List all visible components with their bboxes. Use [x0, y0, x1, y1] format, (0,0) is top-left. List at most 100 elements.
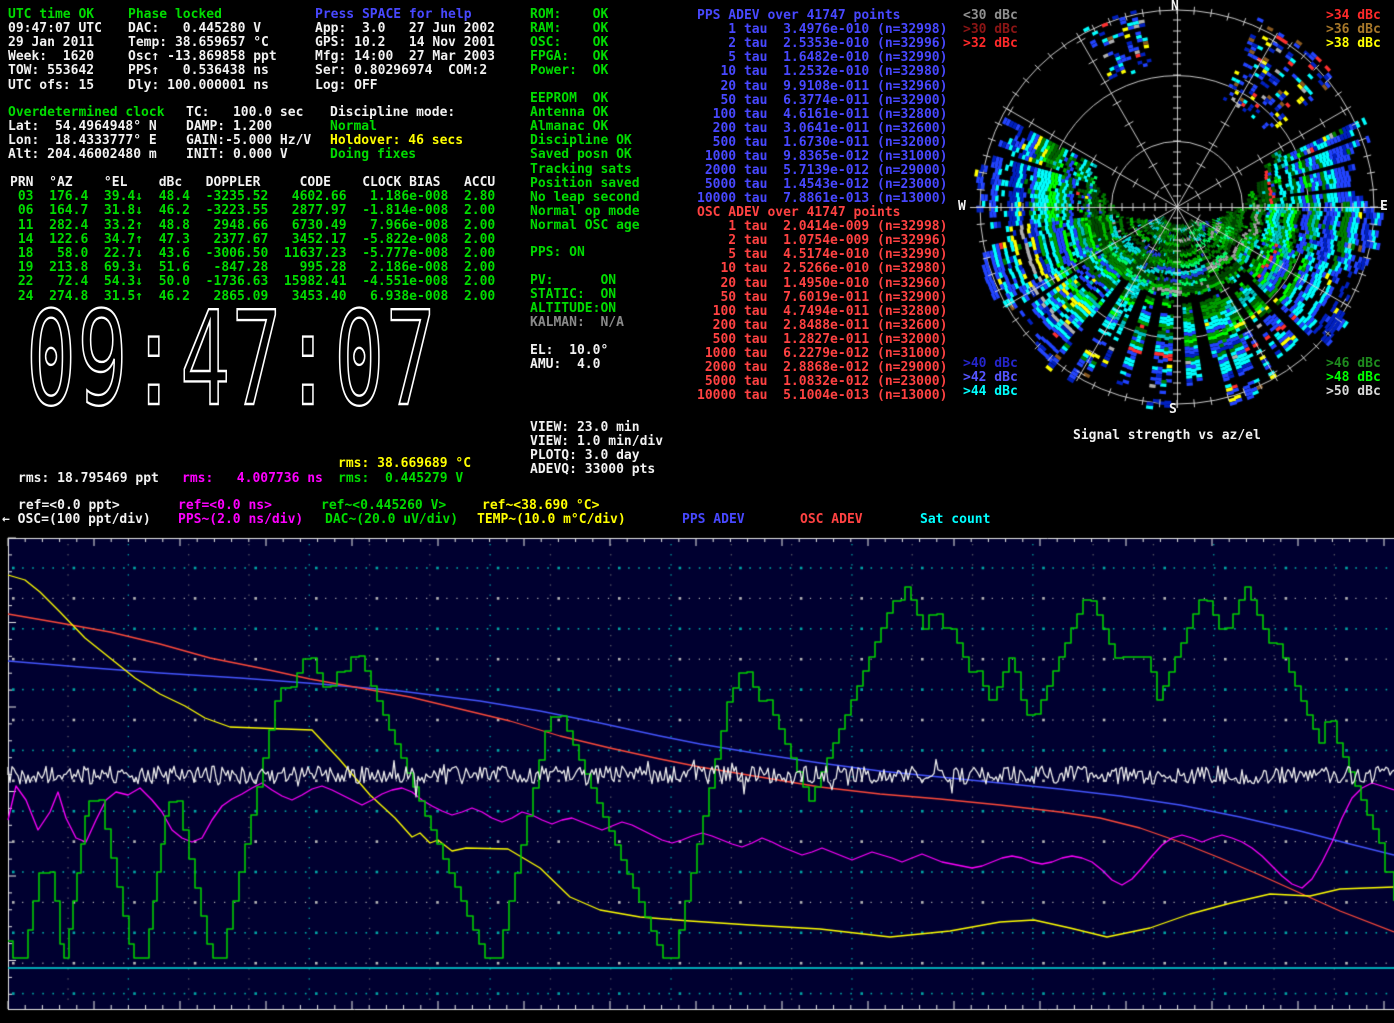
- hw-status-panel-line-0: ROM: OK: [530, 8, 608, 21]
- receiver-position-panel-line-3: Alt: 204.46002480 m: [8, 148, 157, 161]
- rms-osc-line-0: rms: 18.795469 ppt: [18, 472, 159, 485]
- ref-osc-line-0: ref=<0.0 ppt>: [18, 499, 120, 512]
- gps-status-panel-line-6: Position saved: [530, 177, 640, 190]
- help-panel-line-5: Log: OFF: [315, 79, 378, 92]
- discipline-mode-panel-line-2: Holdover: 46 secs: [330, 134, 463, 147]
- hw-status-panel-line-3: FPGA: OK: [530, 50, 608, 63]
- osc-adev-table-line-5: 20 tau 1.4950e-010 (n=32960): [697, 277, 947, 290]
- utc-time-panel-line-5: UTC ofs: 15: [8, 79, 94, 92]
- ref-temp-line-0: ref~<38.690 °C>: [482, 499, 599, 512]
- gps-status-panel-line-1: Antenna OK: [530, 106, 608, 119]
- phase-panel-line-0: Phase locked: [128, 8, 222, 21]
- phase-panel-line-1: DAC: 0.445280 V: [128, 22, 261, 35]
- osc-adev-table-line-3: 5 tau 4.5174e-010 (n=32990): [697, 248, 947, 261]
- sat-table-line-3: 11 282.4 33.2↑ 48.8 2948.66 6730.49 7.96…: [10, 219, 495, 232]
- legend-sat-count-line-0: Sat count: [920, 513, 990, 526]
- utc-time-panel-line-4: TOW: 553642: [8, 64, 94, 77]
- loop-params-panel-line-2: GAIN:-5.000 Hz/V: [186, 134, 311, 147]
- osc-adev-table-line-11: 2000 tau 2.8868e-012 (n=29000): [697, 361, 947, 374]
- osc-adev-table-line-10: 1000 tau 6.2279e-012 (n=31000): [697, 347, 947, 360]
- pps-adev-table-line-12: 5000 tau 1.4543e-012 (n=23000): [697, 178, 947, 191]
- compass-w-line-0: W: [958, 200, 966, 213]
- help-panel-line-2: GPS: 10.2 14 Nov 2001: [315, 36, 495, 49]
- pps-adev-table-line-4: 10 tau 1.2532e-010 (n=32980): [697, 65, 947, 78]
- gps-status-panel-line-7: No leap second: [530, 191, 640, 204]
- hw-status-panel-line-4: Power: OK: [530, 64, 608, 77]
- compass-e-line-0: E: [1380, 200, 1388, 213]
- scale-temp-line-0: TEMP~(10.0 m°C/div): [477, 513, 626, 526]
- fix-modes-panel-line-3: KALMAN: N/A: [530, 316, 624, 329]
- osc-adev-table-line-4: 10 tau 2.5266e-010 (n=32980): [697, 262, 947, 275]
- help-panel-line-3: Mfg: 14:00 27 Mar 2003: [315, 50, 495, 63]
- osc-adev-table-line-8: 200 tau 2.8488e-011 (n=32600): [697, 319, 947, 332]
- gps-status-panel-line-4: Saved posn OK: [530, 148, 632, 161]
- pps-adev-table-line-8: 200 tau 3.0641e-011 (n=32600): [697, 122, 947, 135]
- loop-params-panel-line-0: TC: 100.0 sec: [186, 106, 303, 119]
- pps-adev-table-line-9: 500 tau 1.6730e-011 (n=32000): [697, 136, 947, 149]
- receiver-position-panel-line-0: Overdetermined clock: [8, 106, 165, 119]
- sat-table-line-4: 14 122.6 34.7↑ 47.3 2377.67 3452.17 -5.8…: [10, 233, 495, 246]
- view-queue-panel-line-2: PLOTQ: 3.0 day: [530, 449, 640, 462]
- loop-params-panel-line-1: DAMP: 1.200: [186, 120, 272, 133]
- gps-status-panel-line-9: Normal OSC age: [530, 219, 640, 232]
- mask-panel-line-1: AMU: 4.0: [530, 358, 600, 371]
- view-queue-panel-line-1: VIEW: 1.0 min/div: [530, 435, 663, 448]
- gps-status-panel-line-3: Discipline OK: [530, 134, 632, 147]
- pps-adev-table-line-3: 5 tau 1.6482e-010 (n=32990): [697, 51, 947, 64]
- receiver-position-panel-line-2: Lon: 18.4333777° E: [8, 134, 157, 147]
- pps-adev-table-line-5: 20 tau 9.9108e-011 (n=32960): [697, 80, 947, 93]
- gps-status-panel-line-2: Almanac OK: [530, 120, 608, 133]
- osc-adev-table-line-1: 1 tau 2.0414e-009 (n=32998): [697, 220, 947, 233]
- osc-adev-table-line-7: 100 tau 4.7494e-011 (n=32800): [697, 305, 947, 318]
- rms-dac-line-0: rms: 0.445279 V: [338, 472, 463, 485]
- view-queue-panel-line-0: VIEW: 23.0 min: [530, 421, 640, 434]
- help-panel-line-1: App: 3.0 27 Jun 2002: [315, 22, 495, 35]
- az-el-map-area[interactable]: [978, 8, 1378, 408]
- receiver-position-panel-line-1: Lat: 54.4964948° N: [8, 120, 157, 133]
- pps-adev-table-line-11: 2000 tau 5.7139e-012 (n=29000): [697, 164, 947, 177]
- view-queue-panel-line-3: ADEVQ: 33000 pts: [530, 463, 655, 476]
- gps-status-panel-line-8: Normal op mode: [530, 205, 640, 218]
- pps-adev-table-line-2: 2 tau 2.5353e-010 (n=32996): [697, 37, 947, 50]
- phase-panel-line-4: PPS↑ 0.536438 ns: [128, 64, 269, 77]
- osc-adev-table-line-6: 50 tau 7.6019e-011 (n=32900): [697, 291, 947, 304]
- gpsdo-monitor-screen: UTC time OK09:47:07 UTC29 Jan 2011Week: …: [0, 0, 1394, 1023]
- rms-temp-line-0: rms: 38.669689 °C: [338, 457, 471, 470]
- fix-modes-panel-line-2: ALTITUDE:ON: [530, 302, 616, 315]
- loop-params-panel-line-3: INIT: 0.000 V: [186, 148, 288, 161]
- utc-time-panel-line-1: 09:47:07 UTC: [8, 22, 102, 35]
- strip-chart-area[interactable]: [8, 538, 1394, 1009]
- sat-table-line-6: 19 213.8 69.3↓ 51.6 -847.28 995.28 2.186…: [10, 261, 495, 274]
- scale-pps-line-0: PPS~(2.0 ns/div): [178, 513, 303, 526]
- osc-adev-table-line-13: 10000 tau 5.1004e-013 (n=13000): [697, 389, 947, 402]
- discipline-mode-panel-line-0: Discipline mode:: [330, 106, 455, 119]
- discipline-mode-panel-line-1: Normal: [330, 120, 377, 133]
- hw-status-panel-line-2: OSC: OK: [530, 36, 608, 49]
- osc-adev-table-line-0: OSC ADEV over 41747 points: [697, 206, 901, 219]
- utc-time-panel-line-0: UTC time OK: [8, 8, 94, 21]
- osc-adev-table-line-2: 2 tau 1.0754e-009 (n=32996): [697, 234, 947, 247]
- sat-table-line-2: 06 164.7 31.8↓ 46.2 -3223.55 2877.97 -1.…: [10, 204, 495, 217]
- scale-osc-line-0: ← OSC=(100 ppt/div): [2, 513, 151, 526]
- rms-pps-line-0: rms: 4.007736 ns: [182, 472, 323, 485]
- pps-adev-table-line-0: PPS ADEV over 41747 points: [697, 9, 901, 22]
- help-panel-line-4: Ser: 0.80296974 COM:2: [315, 64, 487, 77]
- legend-osc-adev-line-0: OSC ADEV: [800, 513, 863, 526]
- pps-adev-table-line-6: 50 tau 6.3774e-011 (n=32900): [697, 94, 947, 107]
- osc-adev-table-line-12: 5000 tau 1.0832e-012 (n=23000): [697, 375, 947, 388]
- gps-status-panel-line-5: Tracking sats: [530, 163, 632, 176]
- big-clock-display: 09:47:07: [26, 294, 437, 424]
- discipline-mode-panel-line-3: Doing fixes: [330, 148, 416, 161]
- utc-time-panel-line-3: Week: 1620: [8, 50, 94, 63]
- help-panel-line-0: Press SPACE for help: [315, 8, 472, 21]
- pps-adev-table-line-13: 10000 tau 7.8861e-013 (n=13000): [697, 192, 947, 205]
- phase-panel-line-2: Temp: 38.659657 °C: [128, 36, 269, 49]
- sat-table-line-5: 18 58.0 22.7↓ 43.6 -3006.50 11637.23 -5.…: [10, 247, 495, 260]
- hw-status-panel-line-1: RAM: OK: [530, 22, 608, 35]
- utc-time-panel-line-2: 29 Jan 2011: [8, 36, 94, 49]
- polar-caption-line-0: Signal strength vs az/el: [1073, 429, 1261, 442]
- pps-adev-table-line-10: 1000 tau 9.8365e-012 (n=31000): [697, 150, 947, 163]
- gps-status-panel-line-0: EEPROM OK: [530, 92, 608, 105]
- sat-table-line-0: PRN °AZ °EL dBc DOPPLER CODE CLOCK BIAS …: [10, 176, 495, 189]
- fix-modes-panel-line-1: STATIC: ON: [530, 288, 616, 301]
